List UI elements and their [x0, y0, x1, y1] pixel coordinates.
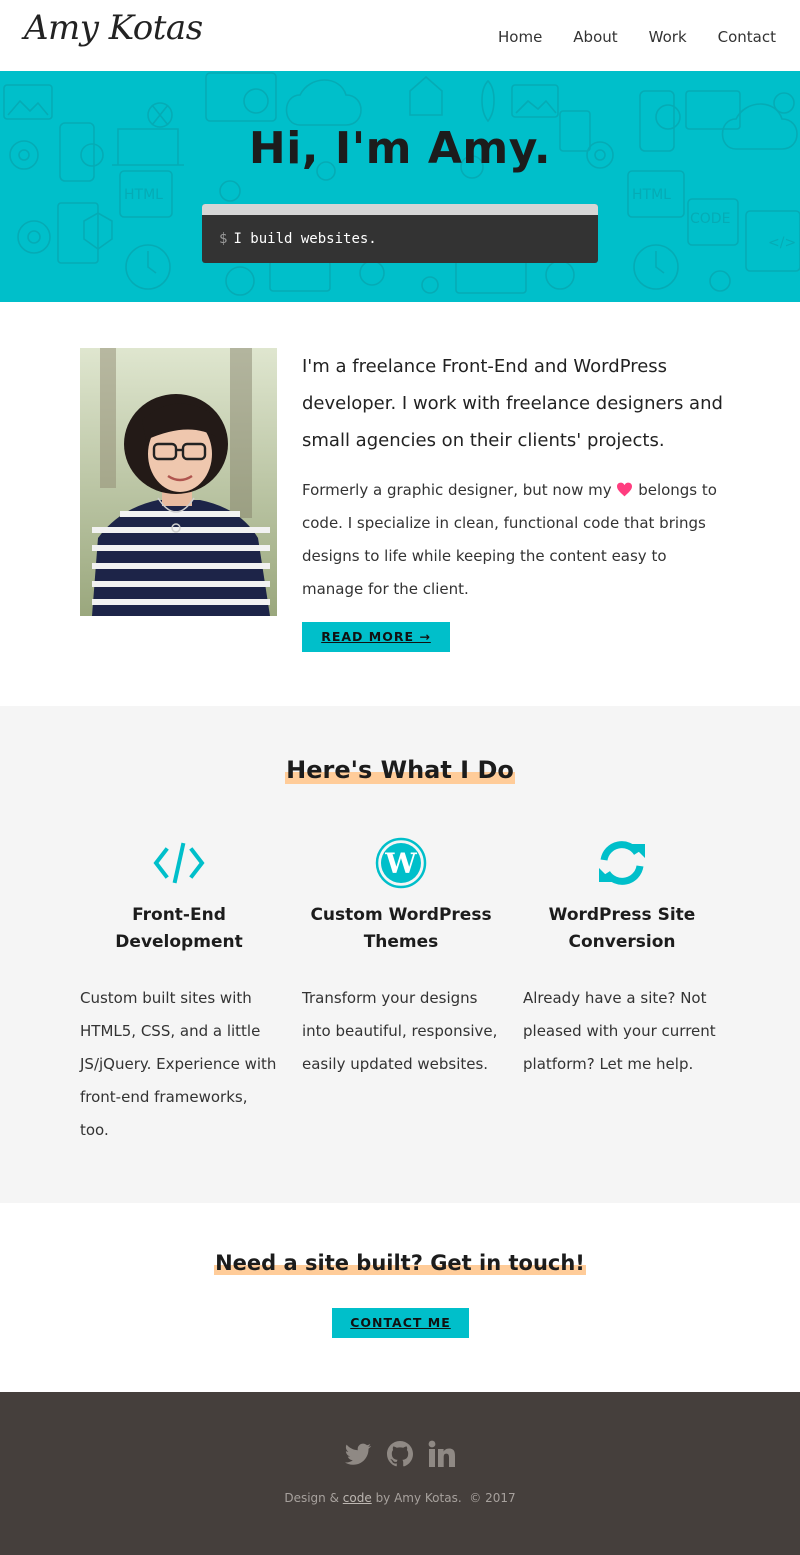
- cta-title-text: Need a site built? Get in touch!: [214, 1251, 586, 1275]
- code-icon: [153, 842, 205, 884]
- refresh-icon: [599, 841, 645, 885]
- hero-banner: HTML HTML CODE </> Hi, I'm Amy. $ I build…: [0, 71, 800, 302]
- linkedin-icon[interactable]: [427, 1439, 457, 1469]
- nav-about-link[interactable]: About: [573, 28, 617, 46]
- site-logo[interactable]: Amy Kotas: [24, 8, 203, 48]
- social-links: [0, 1439, 800, 1469]
- svg-text:HTML: HTML: [632, 187, 671, 203]
- nav-work-link[interactable]: Work: [649, 28, 687, 46]
- services-title: Here's What I Do: [0, 756, 800, 784]
- service-text: Already have a site? Not pleased with yo…: [523, 989, 716, 1073]
- service-text: Transform your designs into beautiful, r…: [302, 989, 498, 1073]
- terminal-line: $ I build websites.: [202, 215, 598, 247]
- service-title: Custom WordPress Themes: [310, 905, 492, 952]
- hero-title: Hi, I'm Amy.: [248, 123, 552, 174]
- read-more-button[interactable]: READ MORE →: [302, 622, 450, 652]
- terminal-text: I build websites.: [233, 231, 377, 247]
- svg-text:HTML: HTML: [124, 187, 163, 203]
- terminal-prompt: $: [219, 231, 228, 247]
- intro-body-start: Formerly a graphic designer, but now my: [302, 481, 612, 499]
- nav-home-link[interactable]: Home: [498, 28, 542, 46]
- service-card-site-conversion: WordPress Site Conversion Already have a…: [523, 836, 721, 1081]
- nav-contact-link[interactable]: Contact: [718, 28, 776, 46]
- svg-text:</>: </>: [768, 235, 796, 251]
- footer-copyright: © 2017: [469, 1491, 516, 1505]
- intro-lead: I'm a freelance Front-End and WordPress …: [302, 356, 723, 451]
- wordpress-icon: W: [375, 837, 427, 889]
- services-title-text: Here's What I Do: [285, 756, 515, 784]
- github-icon[interactable]: [385, 1439, 415, 1469]
- service-card-wordpress-themes: W Custom WordPress Themes Transform your…: [302, 836, 500, 1081]
- portrait-photo: [80, 348, 277, 616]
- cta-title: Need a site built? Get in touch!: [0, 1251, 800, 1275]
- contact-me-button[interactable]: CONTACT ME: [332, 1308, 469, 1338]
- service-text: Custom built sites with HTML5, CSS, and …: [80, 989, 277, 1139]
- twitter-icon[interactable]: [343, 1439, 373, 1469]
- footer-code-link[interactable]: code: [343, 1491, 372, 1505]
- terminal-title-bar: [202, 204, 598, 215]
- footer-design-text: Design &: [284, 1491, 339, 1505]
- tech-pattern-background: HTML HTML CODE </>: [3, 72, 800, 296]
- service-title: WordPress Site Conversion: [548, 905, 696, 952]
- site-footer: Design & code by Amy Kotas. © 2017: [0, 1392, 800, 1555]
- services-section: Here's What I Do Front-End Development C…: [0, 706, 800, 1203]
- svg-text:CODE: CODE: [690, 211, 730, 227]
- intro-body: Formerly a graphic designer, but now my …: [302, 474, 722, 606]
- heart-icon: [617, 482, 633, 497]
- service-card-front-end: Front-End Development Custom built sites…: [80, 836, 278, 1147]
- service-title: Front-End Development: [115, 905, 243, 952]
- terminal-window: $ I build websites.: [202, 204, 598, 263]
- footer-credits: Design & code by Amy Kotas. © 2017: [0, 1491, 800, 1505]
- site-header: Amy Kotas Home About Work Contact: [0, 0, 800, 71]
- footer-author-text: by Amy Kotas.: [375, 1491, 462, 1505]
- svg-text:W: W: [384, 847, 417, 880]
- main-nav: Home About Work Contact: [498, 28, 776, 46]
